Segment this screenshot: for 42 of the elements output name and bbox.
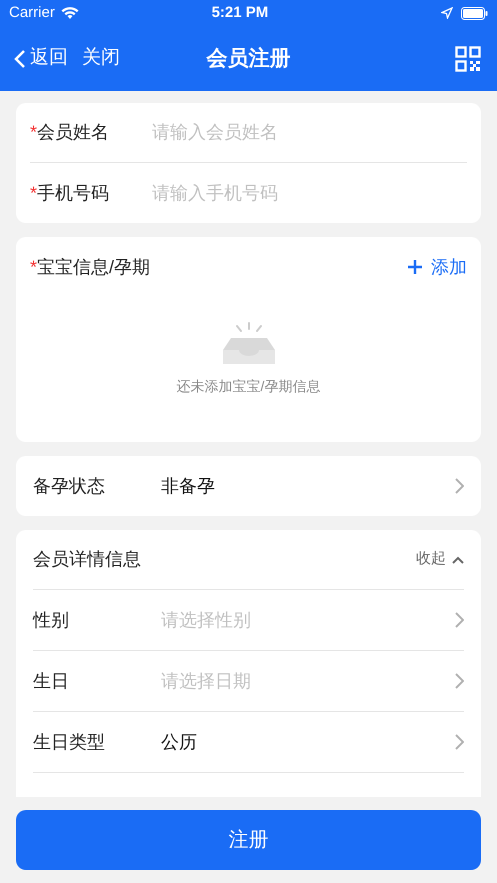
chevron-up-icon <box>452 556 464 564</box>
field-label: 生日 <box>33 670 70 692</box>
field-label: 备孕状态 <box>33 474 106 498</box>
field-label: *会员姓名 <box>30 121 110 144</box>
pregnancy-status-row[interactable]: 备孕状态 非备孕 <box>16 456 481 516</box>
qr-code-icon[interactable] <box>455 46 481 72</box>
input-field[interactable]: 请输入手机号码 <box>152 180 467 206</box>
section-label: *宝宝信息/孕期 <box>30 256 150 278</box>
chevron-right-icon <box>454 612 464 628</box>
status-time: 5:21 PM <box>210 2 270 23</box>
back-button[interactable]: 返回 <box>14 44 68 73</box>
required-mark: * <box>30 256 38 276</box>
empty-state-text: 还未添加宝宝/孕期信息 <box>176 377 320 396</box>
location-arrow-icon <box>441 7 453 19</box>
chevron-right-icon <box>454 673 464 689</box>
placeholder-text: 请选择日期 <box>161 670 252 692</box>
field-value: 公历 <box>161 730 198 754</box>
section-title: 会员详情信息 <box>33 548 141 571</box>
page-title: 会员注册 <box>206 46 290 72</box>
battery-icon <box>461 6 488 20</box>
chevron-right-icon <box>454 734 464 750</box>
plus-icon <box>407 259 423 275</box>
carrier-text: Carrier <box>9 2 55 23</box>
field-label: 生日类型 <box>33 730 106 754</box>
detail-row[interactable]: 生日 请选择日期 <box>33 651 464 712</box>
required-mark: * <box>30 182 38 202</box>
input-field[interactable]: 请输入会员姓名 <box>152 119 467 146</box>
wifi-icon <box>60 6 79 20</box>
field-value: 非备孕 <box>161 474 216 498</box>
collapse-toggle[interactable]: 收起 <box>416 548 464 571</box>
detail-row[interactable]: 生日类型 公历 <box>33 712 464 773</box>
add-button[interactable]: 添加 <box>407 254 467 280</box>
field-label: *手机号码 <box>30 182 110 204</box>
chevron-right-icon <box>454 478 464 494</box>
field-label: 性别 <box>33 608 70 632</box>
required-mark: * <box>30 122 38 142</box>
detail-row[interactable]: 性别 请选择性别 <box>33 590 464 651</box>
close-button[interactable]: 关闭 <box>82 44 120 73</box>
back-chevron-icon <box>14 48 26 68</box>
empty-tray-icon <box>220 322 276 366</box>
placeholder-text: 请选择性别 <box>161 608 252 632</box>
register-button[interactable]: 注册 <box>16 810 481 870</box>
